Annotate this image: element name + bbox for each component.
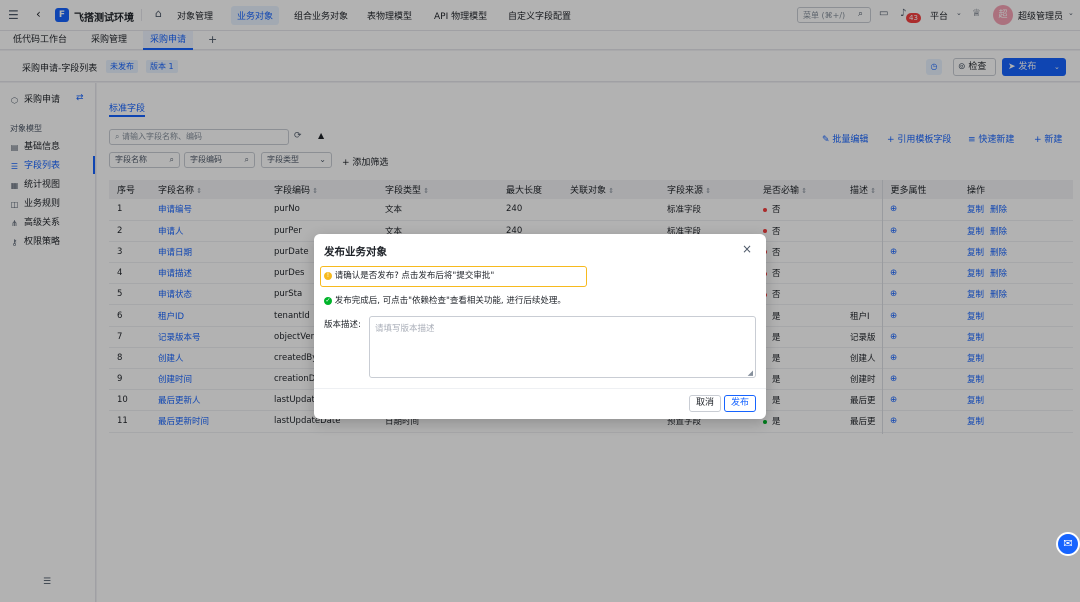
warning-message: ! 请确认是否发布? 点击发布后将"提交审批" xyxy=(320,266,587,287)
close-icon[interactable]: × xyxy=(742,242,752,256)
help-assistant-icon[interactable]: ✉ xyxy=(1056,532,1080,556)
confirm-publish-button[interactable]: 发布 xyxy=(724,395,757,412)
publish-dialog: 发布业务对象 × ! 请确认是否发布? 点击发布后将"提交审批" ✓ 发布完成后… xyxy=(314,234,766,419)
dialog-title: 发布业务对象 xyxy=(324,246,387,258)
cancel-button[interactable]: 取消 xyxy=(689,395,722,412)
divider xyxy=(314,388,766,389)
success-icon: ✓ xyxy=(324,296,332,305)
version-desc-textarea[interactable]: 请填写版本描述 ◢ xyxy=(369,316,756,378)
version-desc-label: 版本描述: xyxy=(324,320,361,330)
resize-handle-icon[interactable]: ◢ xyxy=(748,369,753,377)
warning-icon: ! xyxy=(324,271,332,280)
info-message: ✓ 发布完成后, 可点击"依赖检查"查看相关功能, 进行后续处理。 xyxy=(324,296,566,306)
